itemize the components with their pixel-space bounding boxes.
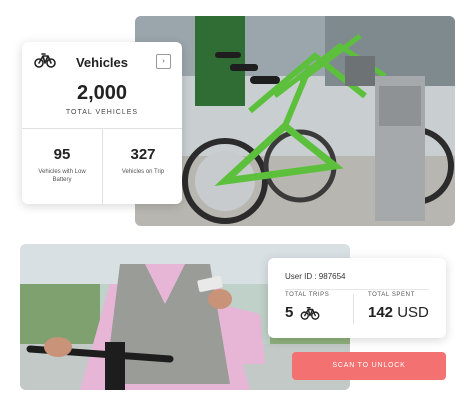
vehicles-card-header: Vehicles › xyxy=(22,42,182,80)
low-battery-label: Vehicles with Low Battery xyxy=(38,169,86,183)
user-id: User ID : 987654 xyxy=(285,272,346,281)
user-id-value: 987654 xyxy=(318,272,346,281)
low-battery-value: 95 xyxy=(53,146,71,163)
total-vehicles-value: 2,000 xyxy=(76,82,128,104)
divider xyxy=(353,294,354,324)
bike-icon xyxy=(300,306,320,325)
user-id-label: User ID : xyxy=(285,272,317,281)
on-trip-value: 327 xyxy=(130,146,156,163)
total-spent-value: 142 USD xyxy=(368,304,429,321)
total-vehicles-label: TOTAL VEHICLES xyxy=(65,109,139,116)
on-trip-label: Vehicles on Trip xyxy=(121,169,165,175)
total-spent-amount: 142 xyxy=(368,304,394,321)
total-trips-label: TOTAL TRIPS xyxy=(285,292,330,298)
user-card: User ID : 987654 TOTAL TRIPS TOTAL SPENT… xyxy=(268,258,446,338)
total-spent-currency: USD xyxy=(397,304,429,321)
bike-dock-photo xyxy=(135,16,455,226)
total-spent-label: TOTAL SPENT xyxy=(368,292,415,298)
vehicles-card: Vehicles › 2,000 TOTAL VEHICLES 95 Vehic… xyxy=(22,42,182,204)
on-trip-stat: 327 Vehicles on Trip xyxy=(103,128,183,204)
scan-to-unlock-button[interactable]: SCAN TO UNLOCK xyxy=(292,352,446,380)
low-battery-stat: 95 Vehicles with Low Battery xyxy=(22,128,102,204)
chevron-right-icon[interactable]: › xyxy=(156,54,171,69)
total-trips-value: 5 xyxy=(285,304,294,321)
divider xyxy=(285,289,429,290)
